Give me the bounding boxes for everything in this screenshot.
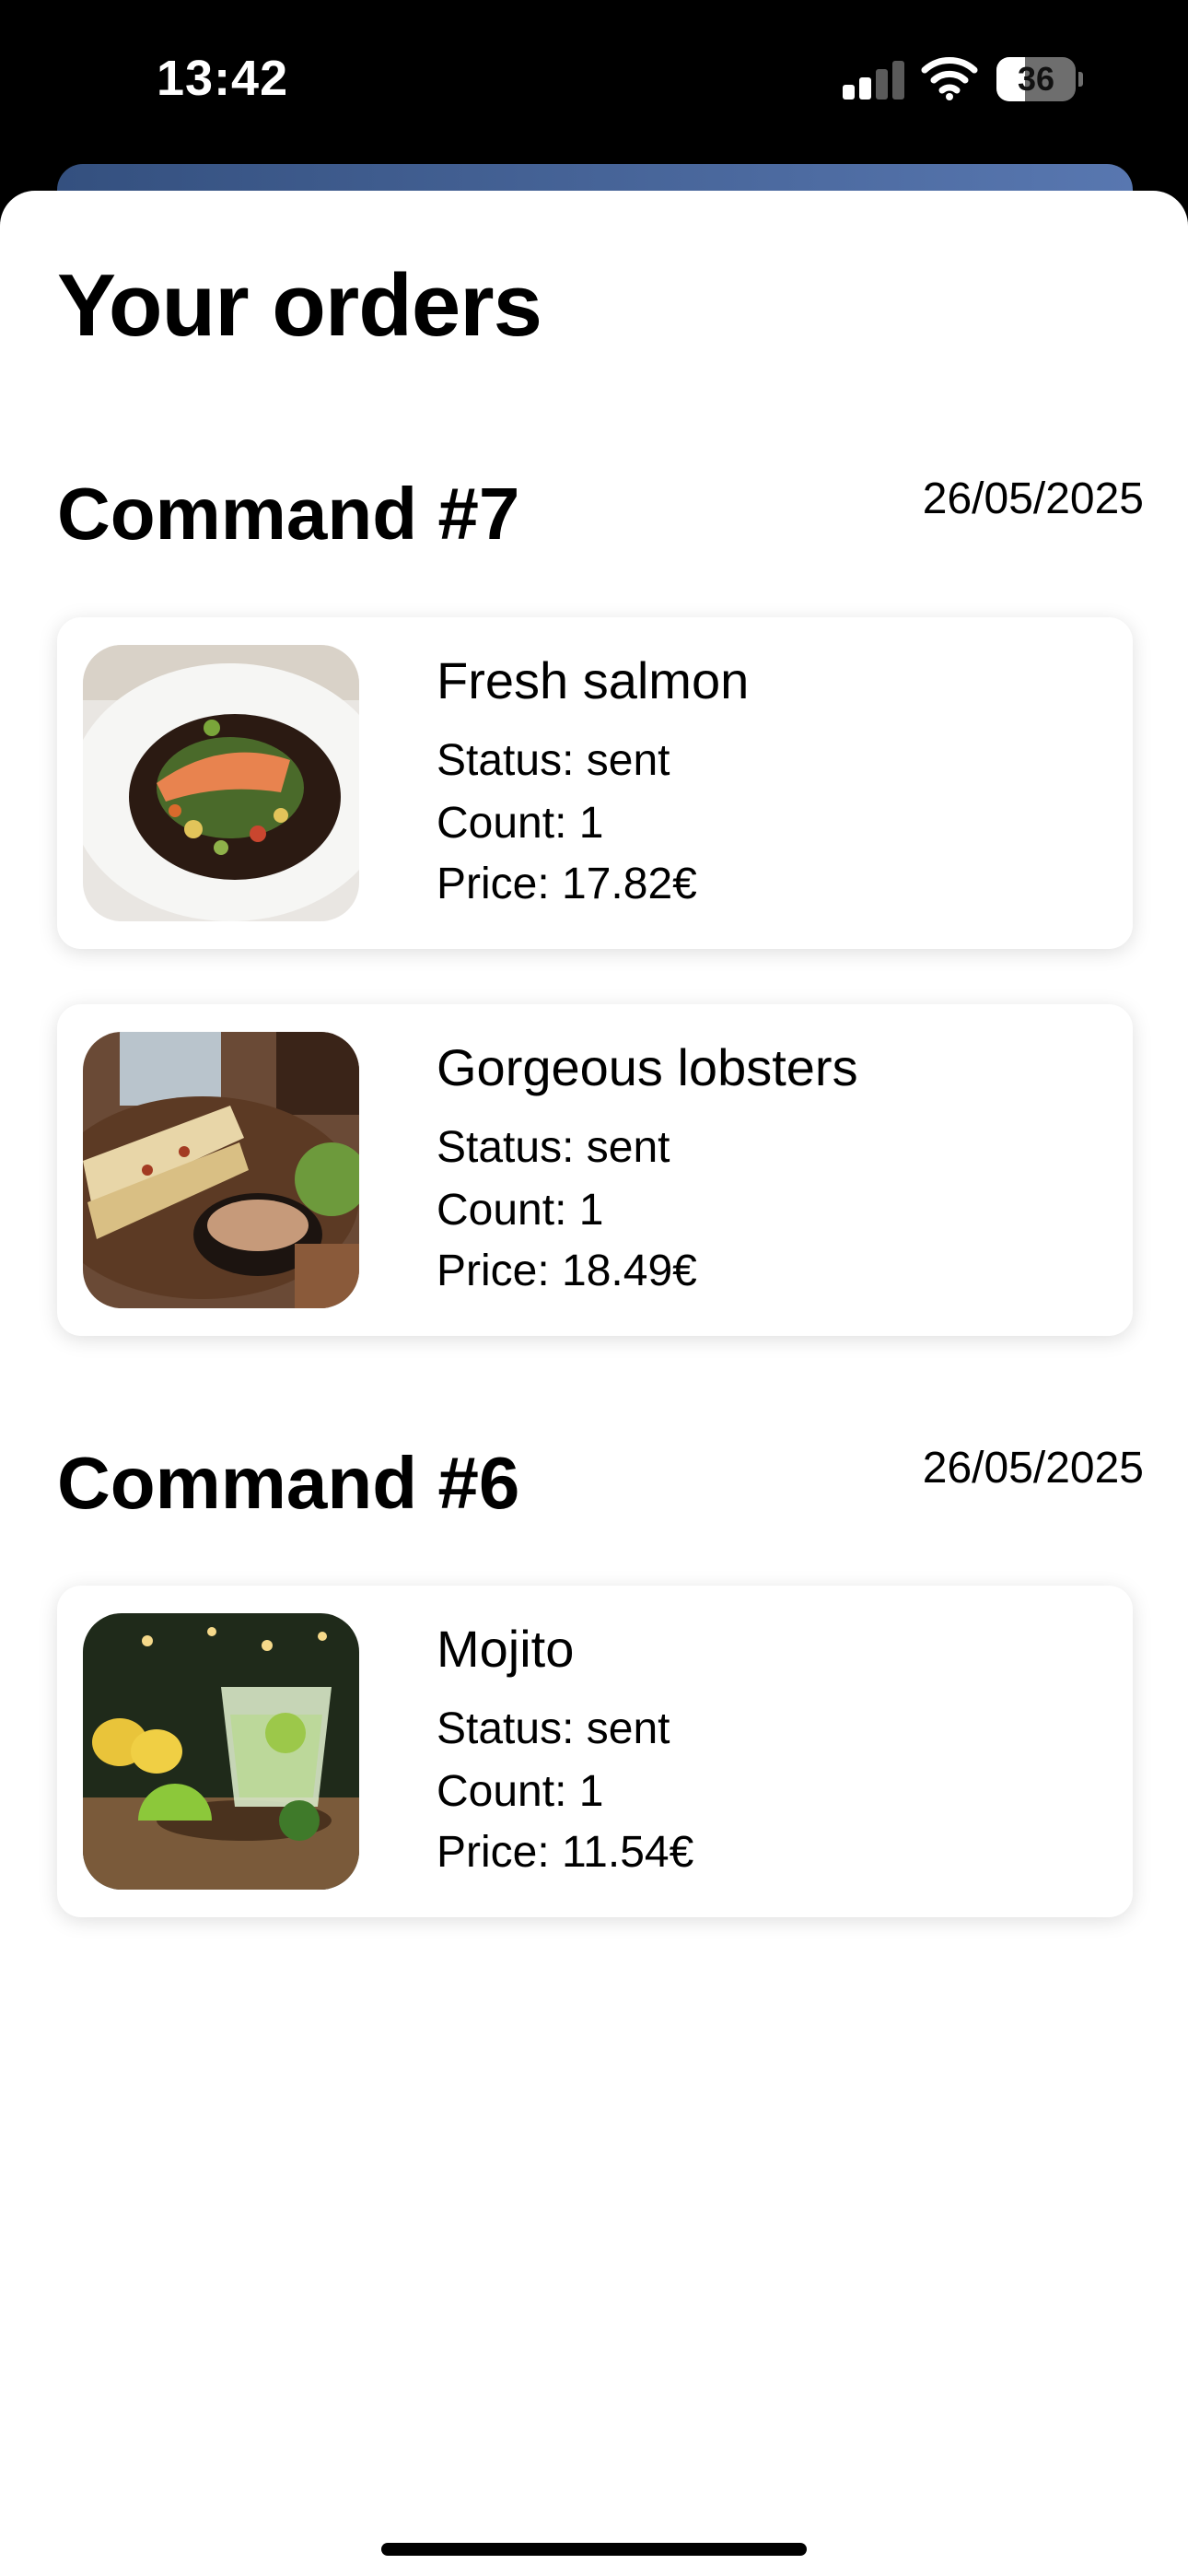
item-count: Count: 1 [437, 799, 604, 848]
item-status: Status: sent [437, 736, 670, 785]
item-price: Price: 18.49€ [437, 1247, 697, 1295]
item-name: Fresh salmon [437, 651, 750, 709]
order-item-card[interactable]: Fresh salmon Status: sent Count: 1 Price… [57, 617, 1133, 949]
salmon-dish-photo [83, 645, 359, 921]
command-header: Command #6 26/05/2025 [57, 1441, 1144, 1542]
command-header: Command #7 26/05/2025 [57, 472, 1144, 573]
item-status: Status: sent [437, 1123, 670, 1172]
item-price: Price: 11.54€ [437, 1828, 694, 1877]
lobster-dish-photo [83, 1032, 359, 1308]
item-name: Mojito [437, 1620, 575, 1678]
wifi-icon [921, 55, 978, 101]
command-date: 26/05/2025 [922, 1444, 1144, 1493]
item-status: Status: sent [437, 1704, 670, 1753]
status-bar: 13:42 36 [0, 0, 1188, 184]
order-item-card[interactable]: Gorgeous lobsters Status: sent Count: 1 … [57, 1004, 1133, 1336]
mojito-drink-photo [83, 1613, 359, 1890]
battery-icon: 36 [996, 57, 1083, 101]
item-name: Gorgeous lobsters [437, 1038, 858, 1096]
command-title: Command #7 [57, 473, 520, 555]
item-count: Count: 1 [437, 1767, 604, 1816]
status-time: 13:42 [157, 51, 289, 106]
command-title: Command #6 [57, 1442, 520, 1524]
order-item-card[interactable]: Mojito Status: sent Count: 1 Price: 11.5… [57, 1586, 1133, 1917]
home-indicator[interactable] [381, 2543, 807, 2556]
signal-icon [843, 59, 905, 100]
orders-sheet: Your orders Command #7 26/05/2025 Fresh … [0, 191, 1188, 2576]
item-price: Price: 17.82€ [437, 860, 697, 908]
battery-level: 36 [1017, 60, 1055, 98]
page-title: Your orders [57, 256, 542, 355]
item-count: Count: 1 [437, 1186, 604, 1235]
command-date: 26/05/2025 [922, 474, 1144, 523]
